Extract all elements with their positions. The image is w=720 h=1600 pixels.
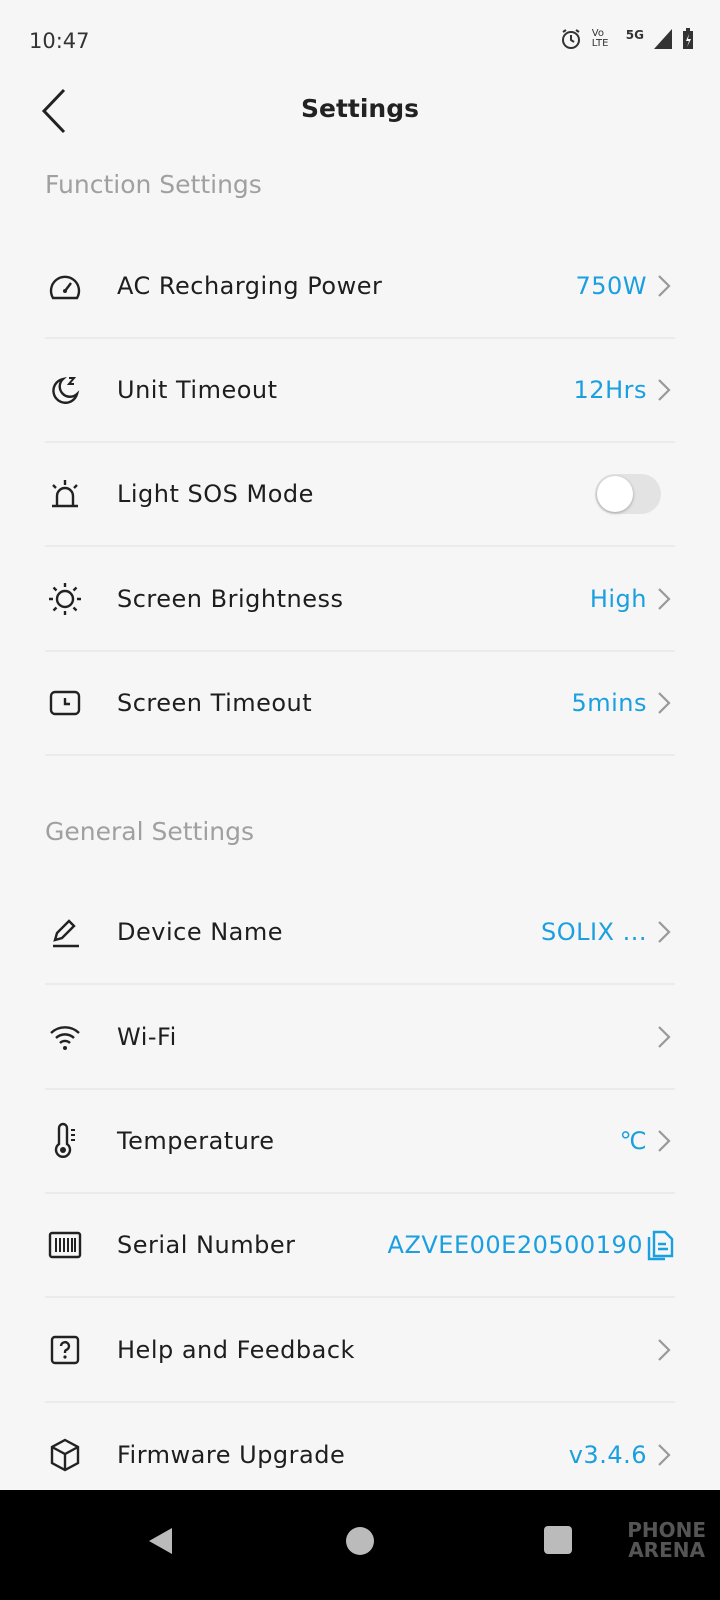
chevron-right-icon bbox=[658, 275, 671, 297]
chevron-right-icon bbox=[658, 1130, 671, 1152]
nav-back-button[interactable] bbox=[146, 1526, 176, 1556]
setting-wifi[interactable]: Wi-Fi bbox=[45, 986, 675, 1090]
nav-home-button[interactable] bbox=[345, 1526, 375, 1556]
watermark: PHONE ARENA bbox=[627, 1518, 706, 1562]
pencil-icon bbox=[53, 919, 79, 948]
alarm-light-icon bbox=[52, 480, 78, 508]
wifi-icon bbox=[50, 1026, 80, 1050]
navigation-bar: PHONE ARENA bbox=[0, 1490, 720, 1600]
sos-mode-toggle[interactable] bbox=[595, 474, 661, 514]
setting-light-sos-mode: Light SOS Mode bbox=[45, 443, 675, 547]
section-title-function: Function Settings bbox=[45, 170, 262, 199]
copy-icon[interactable] bbox=[645, 1229, 675, 1261]
speedometer-icon bbox=[49, 275, 81, 300]
chevron-right-icon bbox=[658, 1026, 671, 1048]
section-title-general: General Settings bbox=[45, 817, 255, 846]
serial-number-value: AZVEE00E20500190 bbox=[387, 1231, 643, 1259]
chevron-right-icon bbox=[658, 921, 671, 943]
setting-temperature[interactable]: Temperature ℃ bbox=[45, 1090, 675, 1194]
5g-icon: 5G bbox=[625, 28, 644, 42]
setting-screen-brightness[interactable]: Screen Brightness High bbox=[45, 548, 675, 652]
clock: 10:47 bbox=[29, 29, 90, 53]
moon-sleep-icon bbox=[52, 376, 80, 404]
signal-icon bbox=[654, 29, 672, 49]
setting-help-feedback[interactable]: Help and Feedback bbox=[45, 1299, 675, 1403]
volte-icon: Vo LTE bbox=[591, 28, 609, 49]
battery-charging-icon bbox=[683, 28, 693, 49]
help-icon bbox=[50, 1335, 80, 1365]
page-title: Settings bbox=[300, 94, 419, 123]
status-bar: 10:47 Vo LTE 5G bbox=[0, 0, 720, 80]
setting-screen-timeout[interactable]: Screen Timeout 5mins bbox=[45, 652, 675, 756]
setting-serial-number: Serial Number AZVEE00E20500190 bbox=[45, 1194, 675, 1298]
chevron-right-icon bbox=[658, 379, 671, 401]
thermometer-icon bbox=[54, 1122, 75, 1158]
chevron-right-icon bbox=[658, 588, 671, 610]
setting-device-name[interactable]: Device Name SOLIX ... bbox=[45, 881, 675, 985]
sun-icon bbox=[49, 583, 81, 615]
chevron-right-icon bbox=[658, 1444, 671, 1466]
cube-icon bbox=[50, 1438, 80, 1472]
nav-recents-button[interactable] bbox=[544, 1526, 572, 1554]
header: Settings bbox=[0, 70, 720, 150]
setting-ac-recharging-power[interactable]: AC Recharging Power 750W bbox=[45, 235, 675, 339]
screen-clock-icon bbox=[49, 690, 81, 716]
setting-unit-timeout[interactable]: Unit Timeout 12Hrs bbox=[45, 339, 675, 443]
chevron-right-icon bbox=[658, 1339, 671, 1361]
chevron-right-icon bbox=[658, 692, 671, 714]
barcode-icon bbox=[48, 1231, 82, 1259]
alarm-icon bbox=[561, 29, 580, 49]
